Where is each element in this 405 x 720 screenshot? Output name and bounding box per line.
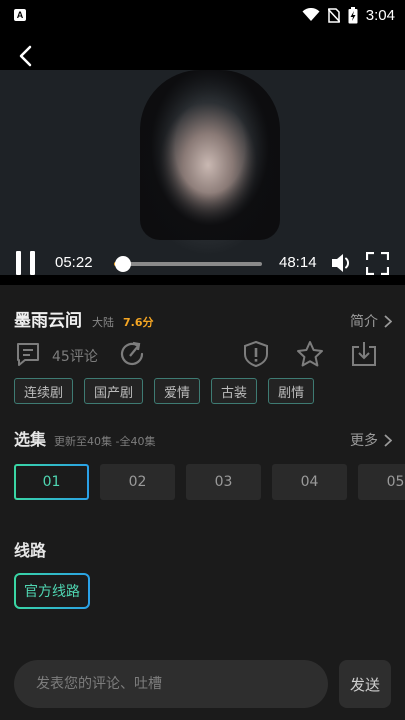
volume-icon[interactable] bbox=[330, 251, 354, 275]
region-label: 大陆 bbox=[92, 316, 114, 329]
action-row: 45评论 bbox=[0, 336, 405, 372]
chevron-right-icon bbox=[384, 314, 392, 328]
episode-button-05[interactable]: 05 bbox=[358, 464, 405, 500]
battery-charging-icon bbox=[348, 6, 358, 23]
share-icon[interactable] bbox=[118, 340, 146, 368]
episode-button-02[interactable]: 02 bbox=[100, 464, 175, 500]
episodes-header: 选集 更新至40集 -全40集 更多 bbox=[14, 426, 392, 450]
seek-bar-handle[interactable] bbox=[115, 256, 132, 272]
intro-label: 简介 bbox=[350, 314, 378, 330]
episodes-title: 选集 bbox=[14, 430, 47, 449]
total-time: 48:14 bbox=[279, 254, 317, 271]
back-arrow-icon[interactable] bbox=[14, 43, 40, 69]
genre-tag[interactable]: 剧情 bbox=[268, 378, 315, 404]
intro-link[interactable]: 简介 bbox=[350, 311, 392, 331]
episode-button-04[interactable]: 04 bbox=[272, 464, 347, 500]
episode-button-01[interactable]: 01 bbox=[14, 464, 89, 500]
video-player[interactable]: 05:22 48:14 bbox=[0, 30, 405, 285]
episode-button-03[interactable]: 03 bbox=[186, 464, 261, 500]
status-bar: A 3:04 bbox=[0, 0, 405, 30]
episodes-more-link[interactable]: 更多 bbox=[350, 430, 392, 450]
genre-tag[interactable]: 国产剧 bbox=[84, 378, 144, 404]
comment-input[interactable] bbox=[14, 660, 328, 708]
genre-tag[interactable]: 古装 bbox=[211, 378, 258, 404]
route-official-button[interactable]: 官方线路 bbox=[14, 573, 90, 609]
player-controls: 05:22 48:14 bbox=[0, 243, 405, 285]
report-icon[interactable] bbox=[242, 340, 270, 368]
video-frame-subject bbox=[140, 70, 280, 240]
genre-tag[interactable]: 爱情 bbox=[154, 378, 201, 404]
fullscreen-icon[interactable] bbox=[366, 252, 389, 275]
routes-header: 线路 bbox=[14, 537, 392, 561]
title-row: 墨雨云间 大陆 7.6分 简介 bbox=[14, 306, 392, 331]
episodes-update-text: 更新至40集 -全40集 bbox=[54, 435, 156, 448]
drama-title: 墨雨云间 bbox=[14, 311, 82, 331]
genre-tag[interactable]: 连续剧 bbox=[14, 378, 74, 404]
pause-button[interactable] bbox=[16, 251, 36, 275]
pause-icon-bar-right bbox=[30, 251, 35, 275]
current-time: 05:22 bbox=[55, 254, 93, 271]
more-label: 更多 bbox=[350, 433, 378, 449]
pause-icon-bar-left bbox=[16, 251, 21, 275]
comment-count[interactable]: 45评论 bbox=[52, 346, 98, 366]
comment-bar: 发送 bbox=[0, 650, 405, 720]
favorite-star-icon[interactable] bbox=[296, 340, 324, 368]
chevron-right-icon bbox=[384, 433, 392, 447]
routes-title: 线路 bbox=[14, 541, 47, 560]
seek-bar[interactable] bbox=[114, 256, 262, 272]
no-sim-icon bbox=[327, 7, 340, 23]
episode-list: 01 02 03 04 05 bbox=[14, 464, 405, 500]
genre-tags: 连续剧 国产剧 爱情 古装 剧情 bbox=[14, 378, 315, 404]
send-button[interactable]: 发送 bbox=[339, 660, 391, 708]
status-time: 3:04 bbox=[365, 6, 395, 24]
app-notification-icon: A bbox=[14, 9, 26, 21]
download-icon[interactable] bbox=[350, 340, 378, 368]
comment-icon[interactable] bbox=[14, 340, 42, 368]
wifi-icon bbox=[302, 8, 320, 21]
score-label: 7.6分 bbox=[123, 316, 154, 329]
